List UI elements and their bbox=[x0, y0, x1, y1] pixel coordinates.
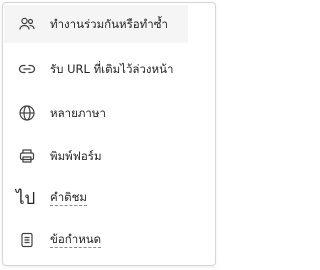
more-options-menu: ทำงานร่วมกันหรือทำซ้ำ รับ URL ที่เติมไว้… bbox=[2, 2, 216, 266]
globe-icon bbox=[18, 104, 36, 122]
menu-item-label: ทำงานร่วมกันหรือทำซ้ำ bbox=[50, 17, 168, 31]
document-icon bbox=[18, 231, 36, 249]
link-icon bbox=[18, 60, 36, 78]
menu-item-label: พิมพ์ฟอร์ม bbox=[50, 149, 102, 163]
people-icon bbox=[18, 15, 36, 33]
menu-item-terms[interactable]: ข้อกำหนด bbox=[4, 221, 188, 259]
menu-item-label: หลายภาษา bbox=[50, 106, 106, 120]
menu-item-multilingual[interactable]: หลายภาษา bbox=[4, 94, 188, 132]
printer-icon bbox=[18, 147, 36, 165]
menu-item-print-form[interactable]: พิมพ์ฟอร์ม bbox=[4, 137, 188, 175]
feedback-icon: ไป bbox=[16, 188, 36, 209]
menu-item-collaborate[interactable]: ทำงานร่วมกันหรือทำซ้ำ bbox=[4, 5, 188, 43]
menu-item-feedback[interactable]: ไป คำติชม bbox=[4, 179, 188, 217]
menu-item-prefilled-url[interactable]: รับ URL ที่เติมไว้ล่วงหน้า bbox=[4, 50, 188, 88]
menu-item-label: รับ URL ที่เติมไว้ล่วงหน้า bbox=[50, 62, 174, 76]
menu-item-label: คำติชม bbox=[50, 190, 88, 206]
menu-item-label: ข้อกำหนด bbox=[50, 232, 102, 248]
